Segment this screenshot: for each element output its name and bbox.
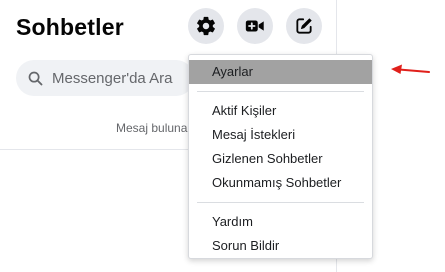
menu-item-settings[interactable]: Ayarlar <box>189 60 372 84</box>
search-input[interactable] <box>52 69 192 87</box>
search-bar[interactable] <box>16 60 194 96</box>
page-title: Sohbetler <box>16 14 124 40</box>
menu-item-active-people[interactable]: Aktif Kişiler <box>189 99 372 123</box>
menu-divider <box>197 91 364 92</box>
search-icon <box>28 71 43 85</box>
settings-button[interactable] <box>188 8 224 44</box>
menu-item-message-requests[interactable]: Mesaj İstekleri <box>189 123 372 147</box>
new-video-call-button[interactable] <box>237 8 273 44</box>
menu-item-report-problem[interactable]: Sorun Bildir <box>189 234 372 258</box>
new-message-button[interactable] <box>286 8 322 44</box>
annotation-arrow-icon <box>391 64 430 74</box>
menu-divider <box>197 202 364 203</box>
menu-item-unread-chats[interactable]: Okunmamış Sohbetler <box>189 171 372 195</box>
messenger-page: Sohbetler Mesaj <box>0 0 445 272</box>
video-camera-plus-icon <box>245 20 264 32</box>
menu-item-hidden-chats[interactable]: Gizlenen Sohbetler <box>189 147 372 171</box>
gear-icon <box>197 16 215 36</box>
compose-edit-icon <box>296 18 312 34</box>
menu-item-help[interactable]: Yardım <box>189 210 372 234</box>
empty-state-text: Mesaj buluna <box>116 121 188 135</box>
list-divider <box>0 149 188 150</box>
settings-dropdown-menu: Ayarlar Aktif Kişiler Mesaj İstekleri Gi… <box>188 54 373 259</box>
